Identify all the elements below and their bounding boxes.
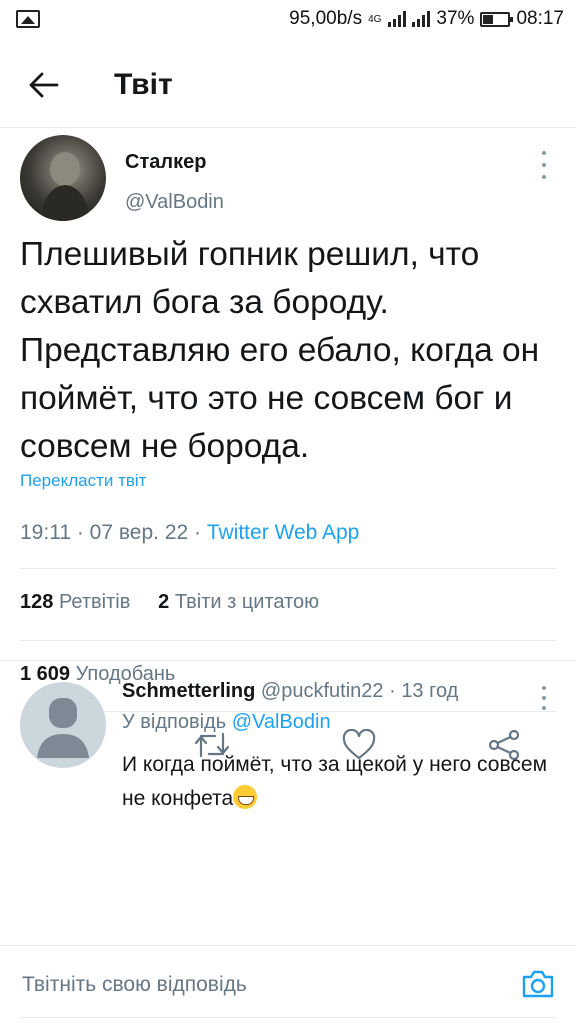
meta-separator: · [76,521,90,544]
author-handle[interactable]: @ValBodin [125,191,224,214]
avatar[interactable] [20,135,106,221]
tweet-source-link[interactable]: Twitter Web App [207,521,360,544]
arrow-left-icon [29,72,59,97]
grinning-emoji-icon [233,785,258,809]
quotes-count: 2 [158,591,170,613]
translate-tweet-link[interactable]: Перекласти твіт [20,471,146,491]
reply-tweet[interactable]: Schmetterling @puckfutin22 · 13 год У ві… [0,660,576,950]
more-options-icon[interactable] [534,151,554,179]
net-speed: 95,00b/s [289,8,363,29]
clock: 08:17 [516,8,564,29]
app-header: Твіт [0,42,576,128]
reply-text-body: И когда поймёт, что за щекой у него совс… [122,753,548,810]
tweet-time: 19:11 [20,521,71,544]
camera-icon [522,970,554,998]
meta-separator: · [194,521,207,544]
signal-icon-2 [412,11,431,27]
status-bar: 95,00b/s 4G 37% 08:17 [0,0,576,38]
default-avatar-icon [37,698,89,758]
retweets-label: Ретвітів [58,591,131,613]
reply-author-handle[interactable]: @puckfutin22 [261,680,384,702]
reply-header: Schmetterling @puckfutin22 · 13 год [122,680,458,703]
camera-button[interactable] [520,966,556,1002]
reply-author-name[interactable]: Schmetterling [122,680,255,702]
retweets-count: 128 [20,591,54,613]
divider [20,568,556,569]
back-button[interactable] [14,55,74,115]
status-bar-right: 95,00b/s 4G 37% 08:17 [289,8,564,30]
divider [20,1017,556,1018]
reply-time: 13 год [401,680,459,702]
reply-text: И когда поймёт, что за щекой у него совс… [122,748,552,816]
signal-icon [388,11,407,27]
quotes-label: Твіти з цитатою [174,591,320,613]
battery-icon [480,11,514,27]
author-name[interactable]: Сталкер [125,151,206,174]
divider [20,640,556,641]
tweet-author: Сталкер @ValBodin [20,133,560,233]
page-title: Твіт [114,67,173,101]
avatar-image [40,152,90,221]
reply-input[interactable]: Твітніть свою відповідь [22,973,247,997]
replying-to-handle[interactable]: @ValBodin [232,711,331,733]
image-notification-icon [16,10,40,28]
meta-separator: · [389,680,402,702]
tweet-date: 07 вер. 22 [89,521,189,544]
replying-to-label: У відповідь [122,711,227,733]
battery-percent: 37% [436,8,475,29]
reply-more-options-icon[interactable] [534,686,554,710]
tweet-text: Плешивый гопник решил, что схватил бога … [20,236,540,465]
retweet-stats: 128 Ретвітів 2 Твіти з цитатою [20,591,319,614]
divider [0,660,576,661]
tweet-meta: 19:11 · 07 вер. 22 · Twitter Web App [20,521,359,545]
retweets-link[interactable]: 128 Ретвітів [20,591,130,613]
replying-to: У відповідь @ValBodin [122,711,331,734]
quotes-link[interactable]: 2 Твіти з цитатою [158,591,319,613]
reply-avatar[interactable] [20,682,106,768]
network-type: 4G [368,13,382,25]
compose-bar: Твітніть свою відповідь [0,945,576,1024]
